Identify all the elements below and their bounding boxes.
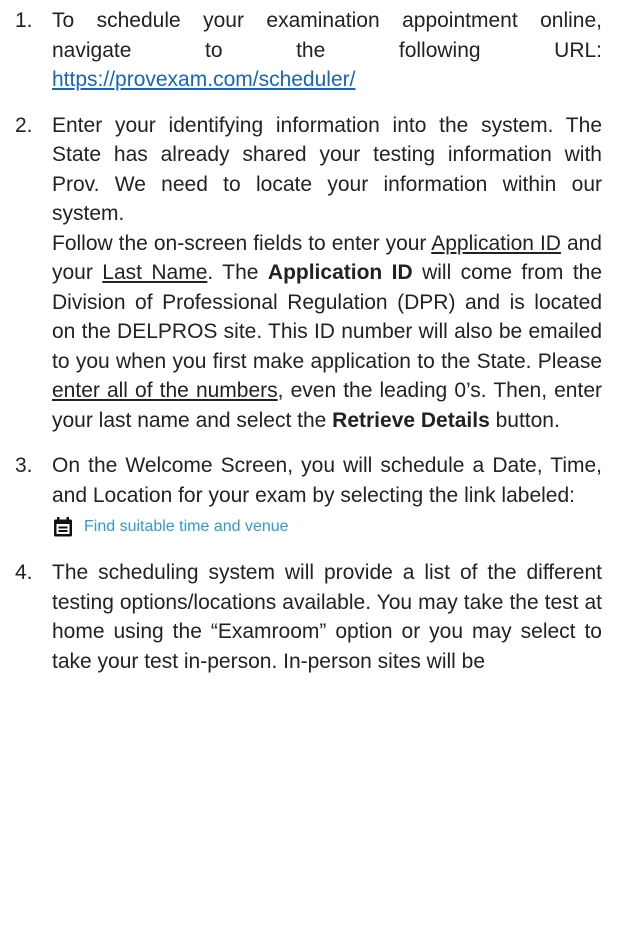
- step-number: 3.: [15, 454, 33, 477]
- step-paragraph: Enter your identifying information into …: [52, 113, 602, 226]
- application-id-bold: Application ID: [267, 261, 413, 284]
- find-time-venue-link[interactable]: Find suitable time and venue: [52, 512, 602, 542]
- step-text: To schedule your examination appointment…: [52, 9, 602, 91]
- step-number: 4.: [15, 561, 33, 584]
- step-text: The scheduling system will provide a lis…: [52, 561, 602, 673]
- instructions-document: 1. To schedule your examination appointm…: [0, 0, 618, 942]
- step-text: On the Welcome Screen, you will schedule…: [52, 451, 602, 542]
- retrieve-details-term: Retrieve Details: [332, 408, 490, 432]
- step-4: 4. The scheduling system will provide a …: [0, 558, 618, 676]
- enter-all-numbers-note: enter all of the numbers: [52, 379, 278, 402]
- step-number: 2.: [15, 113, 33, 137]
- application-id-term: Application ID: [431, 231, 561, 255]
- step-1: 1. To schedule your examination appointm…: [0, 6, 618, 95]
- step-3: 3. On the Welcome Screen, you will sched…: [0, 451, 618, 542]
- step-text: Enter your identifying information into …: [52, 111, 602, 436]
- find-time-venue-label[interactable]: Find suitable time and venue: [84, 512, 289, 542]
- scheduler-url-link[interactable]: https://provexam.com/scheduler/: [52, 68, 355, 91]
- step-2: 2. Enter your identifying information in…: [0, 111, 618, 436]
- step-number: 1.: [15, 9, 33, 32]
- step-paragraph: Follow the on-screen fields to enter you…: [52, 231, 603, 432]
- calendar-icon: [52, 516, 74, 538]
- last-name-term: Last Name: [102, 261, 208, 284]
